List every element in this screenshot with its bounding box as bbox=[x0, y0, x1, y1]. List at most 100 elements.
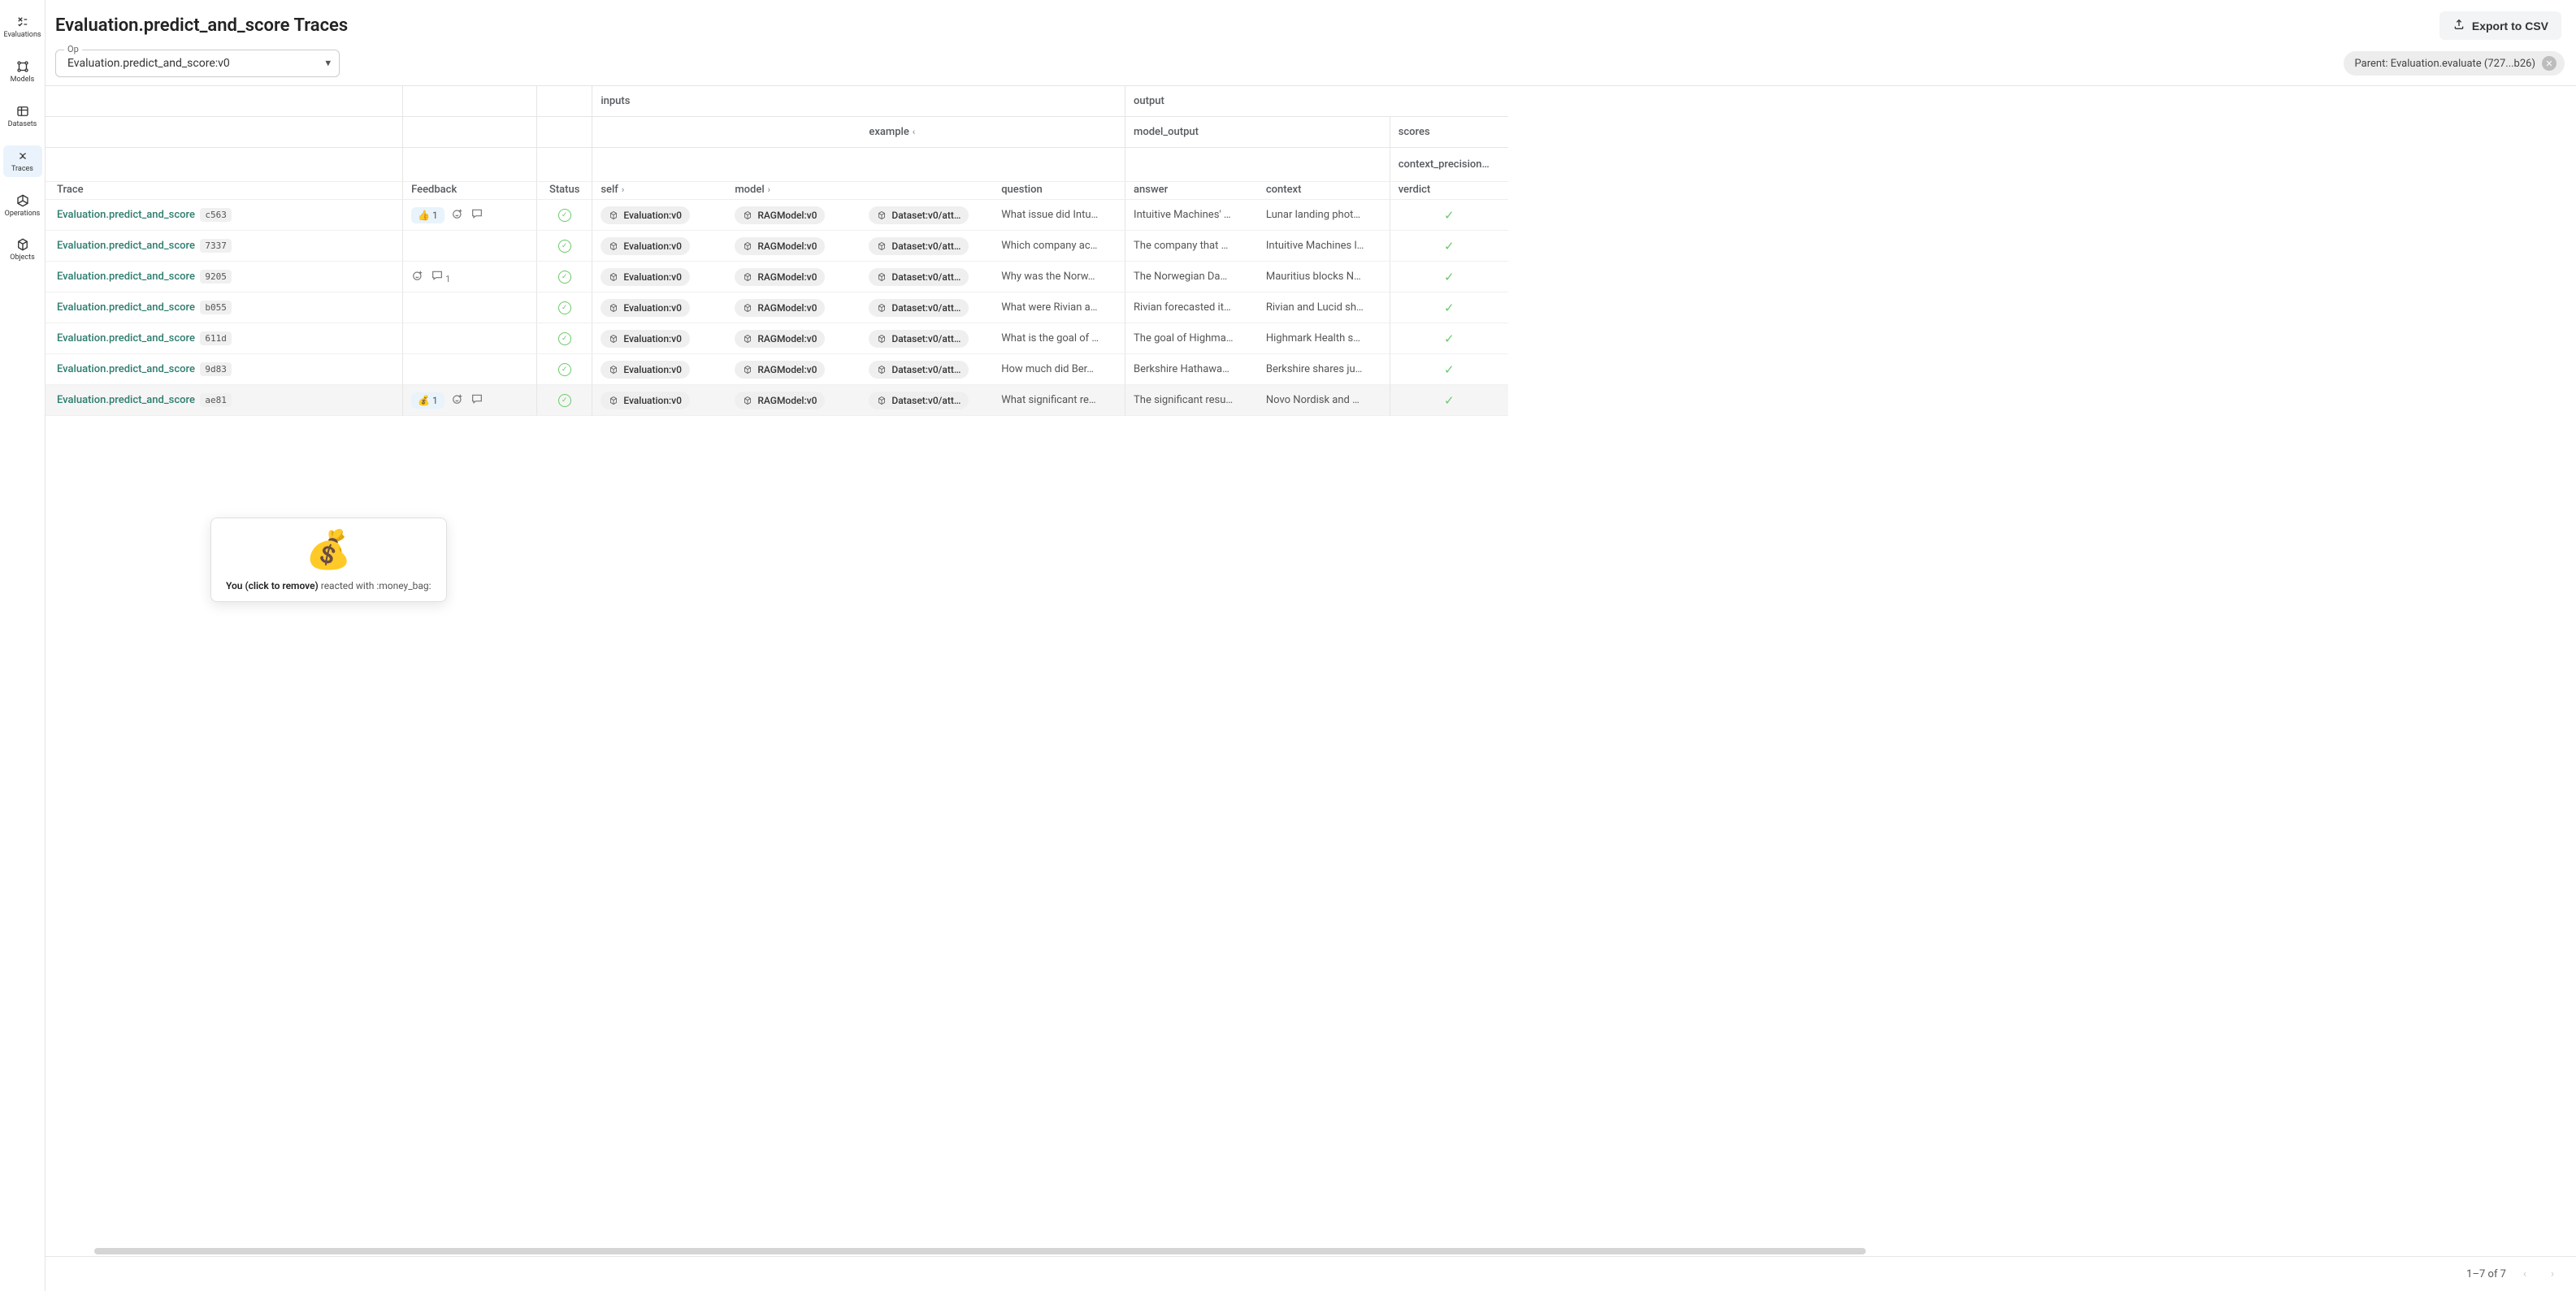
nav-evaluations[interactable]: Evaluations bbox=[3, 11, 42, 43]
horizontal-scrollbar[interactable] bbox=[94, 1248, 1866, 1254]
table-row[interactable]: Evaluation.predict_and_score 92051✓Evalu… bbox=[46, 262, 1508, 292]
context-cell: Lunar landing phot… bbox=[1258, 200, 1390, 231]
status-ok-icon: ✓ bbox=[558, 240, 571, 253]
trace-hash: 9205 bbox=[200, 270, 232, 284]
example-pill[interactable]: Dataset:v0/att… bbox=[869, 206, 969, 224]
comment-icon[interactable] bbox=[471, 207, 484, 223]
col-question[interactable]: question bbox=[993, 182, 1125, 200]
nav-label: Datasets bbox=[8, 121, 37, 129]
trace-hash: 9d83 bbox=[200, 362, 232, 376]
trace-link[interactable]: Evaluation.predict_and_score bbox=[57, 209, 195, 221]
emoji-reaction[interactable]: 👍 1 bbox=[411, 207, 445, 223]
trace-link[interactable]: Evaluation.predict_and_score bbox=[57, 332, 195, 344]
op-value: Evaluation.predict_and_score:v0 bbox=[67, 57, 230, 70]
col-context[interactable]: context bbox=[1258, 182, 1390, 200]
model-pill[interactable]: RAGModel:v0 bbox=[735, 299, 825, 317]
col-scores[interactable]: scores bbox=[1390, 117, 1508, 148]
trace-link[interactable]: Evaluation.predict_and_score bbox=[57, 271, 195, 283]
trace-link[interactable]: Evaluation.predict_and_score bbox=[57, 394, 195, 406]
col-model-output[interactable]: model_output bbox=[1125, 117, 1390, 148]
col-self[interactable]: self› bbox=[592, 182, 726, 200]
self-pill[interactable]: Evaluation:v0 bbox=[601, 299, 690, 317]
parent-chip-label: Parent: Evaluation.evaluate (727...b26) bbox=[2355, 58, 2535, 70]
objects-icon bbox=[15, 237, 30, 252]
model-pill[interactable]: RAGModel:v0 bbox=[735, 206, 825, 224]
reaction-tooltip[interactable]: 💰 You (click to remove) reacted with :mo… bbox=[210, 518, 447, 602]
footer: 1–7 of 7 ‹ › bbox=[46, 1257, 2576, 1291]
nav-traces[interactable]: Traces bbox=[3, 145, 42, 177]
trace-link[interactable]: Evaluation.predict_and_score bbox=[57, 301, 195, 314]
self-pill[interactable]: Evaluation:v0 bbox=[601, 330, 690, 348]
parent-filter-chip[interactable]: Parent: Evaluation.evaluate (727...b26) … bbox=[2344, 51, 2565, 76]
emoji-reaction[interactable]: 💰 1 bbox=[411, 392, 445, 409]
context-cell: Berkshire shares ju… bbox=[1258, 354, 1390, 385]
col-model[interactable]: model› bbox=[726, 182, 861, 200]
answer-cell: Rivian forecasted it… bbox=[1125, 292, 1258, 323]
prev-page-button[interactable]: ‹ bbox=[2516, 1265, 2534, 1283]
context-cell: Rivian and Lucid sh… bbox=[1258, 292, 1390, 323]
col-answer[interactable]: answer bbox=[1125, 182, 1258, 200]
traces-table: inputs output example‹ model_output scor… bbox=[46, 86, 1508, 416]
question-cell: Why was the Norw… bbox=[993, 262, 1125, 292]
question-cell: What is the goal of … bbox=[993, 323, 1125, 354]
question-cell: What significant re… bbox=[993, 385, 1125, 416]
trace-link[interactable]: Evaluation.predict_and_score bbox=[57, 363, 195, 375]
add-reaction-icon[interactable] bbox=[451, 207, 464, 223]
table-row[interactable]: Evaluation.predict_and_score 7337 ✓ Evalua… bbox=[46, 231, 1508, 262]
context-cell: Highmark Health s… bbox=[1258, 323, 1390, 354]
example-pill[interactable]: Dataset:v0/att… bbox=[869, 330, 969, 348]
col-status[interactable]: Status bbox=[537, 182, 592, 200]
col-example[interactable]: example‹ bbox=[861, 117, 1125, 148]
self-pill[interactable]: Evaluation:v0 bbox=[601, 237, 690, 255]
model-pill[interactable]: RAGModel:v0 bbox=[735, 392, 825, 409]
pagination-text: 1–7 of 7 bbox=[2466, 1268, 2506, 1280]
example-pill[interactable]: Dataset:v0/att… bbox=[869, 268, 969, 286]
table-row[interactable]: Evaluation.predict_and_score b055✓Evalua… bbox=[46, 292, 1508, 323]
col-verdict[interactable]: verdict bbox=[1390, 182, 1508, 200]
next-page-button[interactable]: › bbox=[2543, 1265, 2561, 1283]
self-pill[interactable]: Evaluation:v0 bbox=[601, 361, 690, 379]
self-pill[interactable]: Evaluation:v0 bbox=[601, 268, 690, 286]
table-row[interactable]: Evaluation.predict_and_score 9d83✓Evalua… bbox=[46, 354, 1508, 385]
trace-link[interactable]: Evaluation.predict_and_score bbox=[57, 240, 195, 252]
col-output[interactable]: output bbox=[1125, 86, 1508, 117]
model-pill[interactable]: RAGModel:v0 bbox=[735, 268, 825, 286]
trace-hash: ae81 bbox=[200, 393, 232, 407]
nav-label: Objects bbox=[10, 254, 34, 262]
example-pill[interactable]: Dataset:v0/att… bbox=[869, 237, 969, 255]
op-select[interactable]: Op Evaluation.predict_and_score:v0 ▾ bbox=[55, 50, 340, 77]
comment-icon[interactable] bbox=[471, 392, 484, 409]
answer-cell: Berkshire Hathawa… bbox=[1125, 354, 1258, 385]
col-inputs[interactable]: inputs bbox=[592, 86, 1125, 117]
chevron-left-icon: ‹ bbox=[913, 127, 915, 137]
nav-operations[interactable]: Operations bbox=[3, 190, 42, 222]
col-context-precision[interactable]: context_precision… bbox=[1390, 148, 1508, 182]
trace-hash: 7337 bbox=[200, 239, 232, 253]
money-bag-icon: 💰 bbox=[306, 528, 352, 572]
export-csv-button[interactable]: Export to CSV bbox=[2439, 11, 2561, 40]
model-pill[interactable]: RAGModel:v0 bbox=[735, 330, 825, 348]
model-pill[interactable]: RAGModel:v0 bbox=[735, 237, 825, 255]
example-pill[interactable]: Dataset:v0/att… bbox=[869, 361, 969, 379]
model-pill[interactable]: RAGModel:v0 bbox=[735, 361, 825, 379]
trace-hash: b055 bbox=[200, 301, 232, 314]
table-row[interactable]: Evaluation.predict_and_score ae81💰 1✓Eva… bbox=[46, 385, 1508, 416]
nav-datasets[interactable]: Datasets bbox=[3, 101, 42, 132]
question-cell: What issue did Intu… bbox=[993, 200, 1125, 231]
example-pill[interactable]: Dataset:v0/att… bbox=[869, 392, 969, 409]
comment-icon[interactable]: 1 bbox=[431, 269, 450, 285]
close-icon[interactable]: ✕ bbox=[2542, 56, 2556, 71]
self-pill[interactable]: Evaluation:v0 bbox=[601, 206, 690, 224]
add-reaction-icon[interactable] bbox=[411, 269, 424, 285]
context-cell: Mauritius blocks N… bbox=[1258, 262, 1390, 292]
example-pill[interactable]: Dataset:v0/att… bbox=[869, 299, 969, 317]
table-row[interactable]: Evaluation.predict_and_score c563👍 1✓Eva… bbox=[46, 200, 1508, 231]
self-pill[interactable]: Evaluation:v0 bbox=[601, 392, 690, 409]
nav-models[interactable]: Models bbox=[3, 56, 42, 88]
col-feedback[interactable]: Feedback bbox=[403, 182, 537, 200]
table-row[interactable]: Evaluation.predict_and_score 611d✓Evalua… bbox=[46, 323, 1508, 354]
answer-cell: Intuitive Machines' … bbox=[1125, 200, 1258, 231]
nav-objects[interactable]: Objects bbox=[3, 234, 42, 266]
add-reaction-icon[interactable] bbox=[451, 392, 464, 409]
col-trace[interactable]: Trace bbox=[46, 182, 403, 200]
